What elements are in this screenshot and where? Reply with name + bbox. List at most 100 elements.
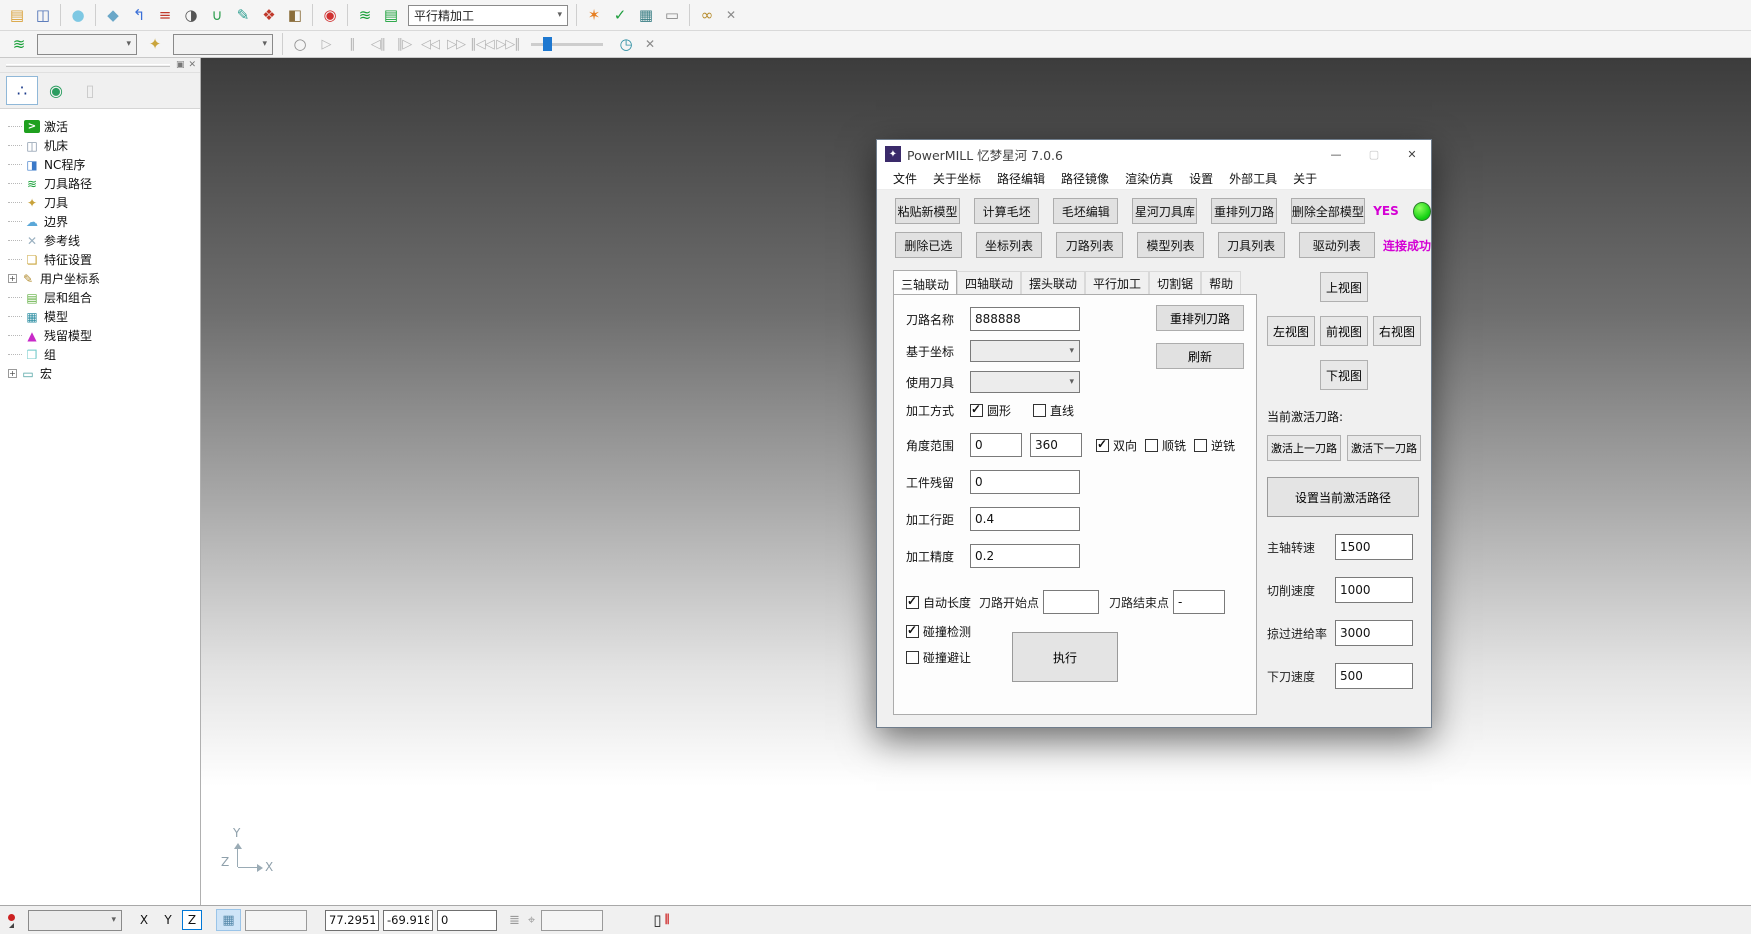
conventional-mill-checkbox[interactable]: 逆铣 (1194, 437, 1235, 454)
coord-y-field[interactable] (383, 910, 433, 931)
end-point-input[interactable] (1173, 590, 1225, 614)
activate-next-toolpath-button[interactable]: 激活下一刀路 (1347, 435, 1421, 461)
grid-toggle-icon[interactable]: ▦ (216, 909, 241, 931)
tab-swivel[interactable]: 摆头联动 (1021, 271, 1085, 294)
collision-check-checkbox[interactable]: 碰撞检测 (906, 623, 971, 640)
tab-4axis[interactable]: 四轴联动 (957, 271, 1021, 294)
clock-icon[interactable]: ◷ (613, 32, 639, 57)
start-point-input[interactable] (1043, 590, 1099, 614)
front-view-button[interactable]: 前视图 (1320, 316, 1368, 346)
tool-library-button[interactable]: 星河刀具库 (1132, 198, 1197, 224)
circle-checkbox-input[interactable] (970, 404, 983, 417)
axis-x-button[interactable]: X (134, 910, 154, 930)
execute-button[interactable]: 执行 (1012, 632, 1118, 682)
minimize-button[interactable]: — (1317, 140, 1355, 168)
step-forward-icon[interactable]: ∥▷ (391, 32, 417, 57)
tolerance-field[interactable] (541, 910, 603, 931)
auto-length-checkbox-input[interactable] (906, 596, 919, 609)
tab-help[interactable]: 帮助 (1201, 271, 1241, 294)
tolerance-input[interactable] (970, 544, 1080, 568)
paste-new-model-button[interactable]: 粘贴新模型 (895, 198, 960, 224)
activate-prev-toolpath-button[interactable]: 激活上一刀路 (1267, 435, 1341, 461)
slider-handle[interactable] (543, 37, 552, 51)
menu-about-coords[interactable]: 关于坐标 (925, 170, 989, 187)
go-end-icon[interactable]: ▷▷∥ (495, 32, 521, 57)
trash-icon[interactable]: ▯ (74, 76, 106, 105)
globe-icon[interactable]: ◉ (40, 76, 72, 105)
boundary-icon[interactable]: ∪ (204, 3, 230, 28)
fiery-tool-icon[interactable]: ✶ (581, 3, 607, 28)
toolbar-close-icon[interactable]: ✕ (720, 5, 742, 26)
circle-checkbox[interactable]: 圆形 (970, 402, 1011, 419)
step-back-icon[interactable]: ◁∥ (365, 32, 391, 57)
angle-from-input[interactable] (970, 433, 1022, 457)
auto-length-checkbox[interactable]: 自动长度 (906, 594, 971, 611)
lightbulb-icon[interactable]: ○ (287, 32, 313, 57)
refresh-button[interactable]: 刷新 (1156, 343, 1244, 369)
menu-external-tools[interactable]: 外部工具 (1221, 170, 1285, 187)
tool-ball-icon[interactable]: ◑ (178, 3, 204, 28)
tab-3axis[interactable]: 三轴联动 (893, 270, 957, 295)
verify-tool-icon[interactable]: ✓ (607, 3, 633, 28)
line-checkbox[interactable]: 直线 (1033, 402, 1074, 419)
cutting-feed-input[interactable] (1335, 577, 1413, 603)
bidirectional-checkbox-input[interactable] (1096, 439, 1109, 452)
play-icon[interactable]: ▷ (313, 32, 339, 57)
feeds-icon[interactable]: ≡ (152, 3, 178, 28)
pause-icon[interactable]: ∥ (339, 32, 365, 57)
collision-check-checkbox-input[interactable] (906, 625, 919, 638)
points-icon[interactable]: ❖ (256, 3, 282, 28)
close-button[interactable]: ✕ (1393, 140, 1431, 168)
doc-pause-icon[interactable]: ▯ ∥ (653, 911, 671, 929)
workplane-icon[interactable]: ◧ (282, 3, 308, 28)
leads-links-icon[interactable]: ↰ (126, 3, 152, 28)
grid-size-input[interactable] (245, 910, 307, 931)
set-active-path-button[interactable]: 设置当前激活路径 (1267, 477, 1419, 517)
coord-x-field[interactable] (325, 910, 379, 931)
toolbar-close-icon[interactable]: ✕ (639, 34, 661, 55)
panel-float-icon[interactable]: ▣ (176, 60, 185, 70)
tree-item-workplanes[interactable]: + ✎ 用户坐标系 (8, 269, 200, 288)
right-view-button[interactable]: 右视图 (1373, 316, 1421, 346)
strategy-list-icon[interactable]: ▤ (378, 3, 404, 28)
tab-parallel[interactable]: 平行加工 (1085, 271, 1149, 294)
calculator-icon[interactable]: ▦ (633, 3, 659, 28)
tool-select-dropdown[interactable]: ▾ (173, 34, 273, 55)
stock-allowance-input[interactable] (970, 470, 1080, 494)
tree-item-machine[interactable]: ◫ 机床 (8, 136, 200, 155)
bidirectional-checkbox[interactable]: 双向 (1096, 437, 1137, 454)
shaded-sphere-icon[interactable]: ● (65, 3, 91, 28)
menu-path-mirror[interactable]: 路径镜像 (1053, 170, 1117, 187)
tree-item-stock-models[interactable]: ▲ 残留模型 (8, 326, 200, 345)
line-checkbox-input[interactable] (1033, 404, 1046, 417)
tree-item-macros[interactable]: + ▭ 宏 (8, 364, 200, 383)
delete-selected-button[interactable]: 删除已选 (895, 232, 962, 258)
block-icon[interactable]: ◆ (100, 3, 126, 28)
save-icon[interactable]: ◫ (30, 3, 56, 28)
tree-item-activate[interactable]: > 激活 (8, 117, 200, 136)
menu-path-edit[interactable]: 路径编辑 (989, 170, 1053, 187)
bottom-view-button[interactable]: 下视图 (1320, 360, 1368, 390)
tool-select-icon[interactable]: ✦ (142, 32, 168, 57)
toolpath-select-dropdown[interactable]: ▾ (37, 34, 137, 55)
panel-close-icon[interactable]: ✕ (188, 60, 196, 70)
calc-block-button[interactable]: 计算毛坯 (974, 198, 1039, 224)
dialog-titlebar[interactable]: ✦ PowerMILL 忆梦星河 7.0.6 — ▢ ✕ (877, 140, 1431, 168)
tree-item-nc-program[interactable]: ◨ NC程序 (8, 155, 200, 174)
rewind-icon[interactable]: ◁◁ (417, 32, 443, 57)
pattern-icon[interactable]: ✎ (230, 3, 256, 28)
toolpath-icon[interactable]: ≋ (6, 32, 32, 57)
axis-z-button[interactable]: Z (182, 910, 202, 930)
expand-icon[interactable]: + (8, 274, 17, 283)
rapid-feed-input[interactable] (1335, 620, 1413, 646)
coord-z-field[interactable] (437, 910, 497, 931)
tree-item-boundaries[interactable]: ☁ 边界 (8, 212, 200, 231)
tree-item-patterns[interactable]: ✕ 参考线 (8, 231, 200, 250)
tab-saw[interactable]: 切割锯 (1149, 271, 1201, 294)
climb-mill-checkbox[interactable]: 顺铣 (1145, 437, 1186, 454)
toolpath-name-input[interactable] (970, 307, 1080, 331)
menu-about[interactable]: 关于 (1285, 170, 1325, 187)
simulation-speed-slider[interactable] (531, 35, 603, 53)
block-edit-button[interactable]: 毛坯编辑 (1053, 198, 1118, 224)
collision-avoid-checkbox-input[interactable] (906, 651, 919, 664)
